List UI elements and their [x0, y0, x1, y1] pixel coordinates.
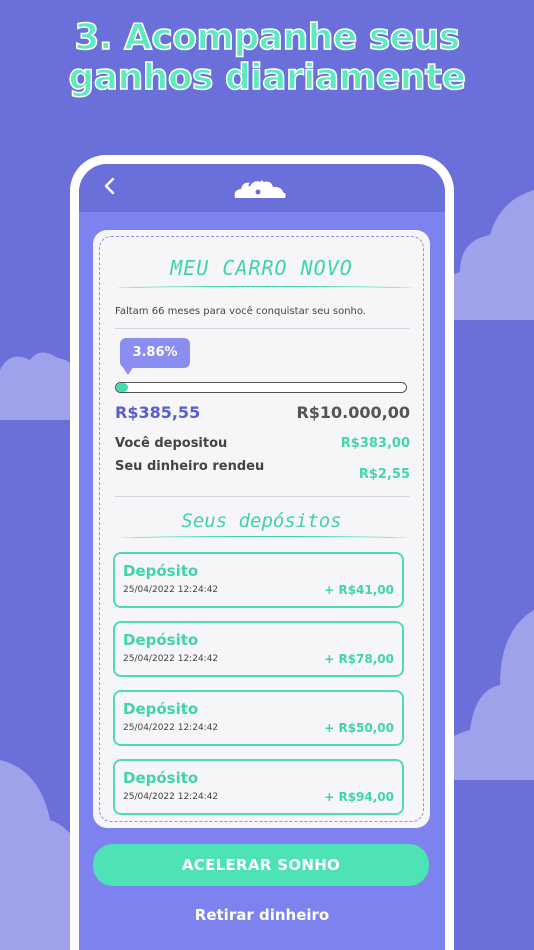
divider: [115, 496, 410, 497]
deposit-item[interactable]: Depósito 25/04/2022 12:24:42 + R$78,00: [113, 621, 404, 677]
deposit-date: 25/04/2022 12:24:42: [123, 723, 219, 733]
progress-bar-fill: [116, 383, 128, 392]
phone-frame: MEU CARRO NOVO Faltam 66 meses para você…: [70, 155, 454, 950]
deposit-date: 25/04/2022 12:24:42: [123, 585, 219, 595]
headline-line-1: 3. Acompanhe seus: [74, 17, 461, 59]
earned-value: R$2,55: [358, 467, 410, 482]
deposit-date: 25/04/2022 12:24:42: [123, 654, 219, 664]
deposit-amount: + R$41,00: [324, 583, 394, 597]
deposit-title: Depósito: [123, 562, 199, 580]
deposits-title-underline: [121, 536, 408, 540]
deposit-amount: + R$78,00: [324, 652, 394, 666]
remaining-time-text: Faltam 66 meses para você conquistar seu…: [115, 306, 366, 317]
goal-title: MEU CARRO NOVO: [170, 256, 353, 280]
top-bar: [79, 164, 445, 212]
deposit-item[interactable]: Depósito 25/04/2022 12:24:42 + R$41,00: [113, 552, 404, 608]
chevron-left-icon: [104, 177, 115, 195]
deposit-amount: + R$50,00: [324, 721, 394, 735]
deposit-title: Depósito: [123, 769, 199, 787]
saved-amount: R$385,55: [115, 403, 201, 422]
goal-title-underline: [117, 286, 412, 290]
deposit-item[interactable]: Depósito 25/04/2022 12:24:42 + R$50,00: [113, 690, 404, 746]
deposit-item[interactable]: Depósito 25/04/2022 12:24:42 + R$94,00: [113, 759, 404, 815]
progress-bar: [115, 382, 407, 393]
deposit-title: Depósito: [123, 631, 199, 649]
back-button[interactable]: [97, 174, 121, 198]
progress-percent-badge: 3.86%: [120, 338, 190, 368]
divider: [115, 328, 410, 329]
withdraw-money-link[interactable]: Retirar dinheiro: [79, 906, 445, 924]
deposit-date: 25/04/2022 12:24:42: [123, 792, 219, 802]
target-amount: R$10.000,00: [296, 403, 410, 422]
deposits-section-title: Seus depósitos: [181, 510, 342, 532]
deposit-title: Depósito: [123, 700, 199, 718]
earned-label: Seu dinheiro rendeu: [115, 459, 265, 474]
deposited-label: Você depositou: [115, 436, 228, 451]
headline-line-2: ganhos diariamente: [68, 57, 467, 99]
headline: 3. Acompanhe seus ganhos diariamente: [0, 17, 534, 99]
cloud-logo-icon: [234, 179, 286, 198]
deposit-amount: + R$94,00: [324, 790, 394, 804]
accelerate-dream-button[interactable]: ACELERAR SONHO: [93, 844, 429, 886]
deposited-value: R$383,00: [340, 436, 410, 451]
app-screen: MEU CARRO NOVO Faltam 66 meses para você…: [79, 164, 445, 950]
goal-card: MEU CARRO NOVO Faltam 66 meses para você…: [93, 230, 430, 828]
progress-badge-pointer: [122, 366, 134, 375]
